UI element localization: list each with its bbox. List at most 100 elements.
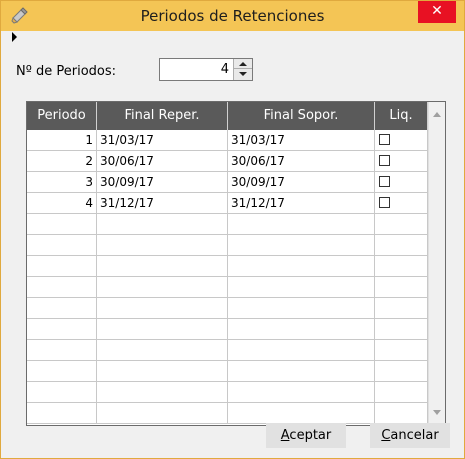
column-header-final-reper[interactable]: Final Reper. — [97, 102, 228, 130]
scroll-up-button[interactable] — [429, 106, 445, 123]
cell-periodo[interactable] — [27, 340, 97, 361]
stepper-up-button[interactable] — [234, 59, 252, 69]
accept-button[interactable]: Aceptar — [266, 423, 346, 448]
cell-periodo[interactable] — [27, 319, 97, 340]
cell-final-reper[interactable] — [97, 361, 228, 382]
column-header-periodo[interactable]: Periodo — [27, 102, 97, 130]
cell-final-sopor[interactable] — [228, 256, 375, 277]
cell-periodo[interactable] — [27, 361, 97, 382]
column-header-liq-ret[interactable]: Liq. RET — [375, 102, 428, 151]
liq-ret-checkbox[interactable] — [379, 134, 390, 145]
arrow-down-icon — [239, 72, 247, 76]
cell-periodo[interactable]: 1 — [27, 130, 97, 151]
close-icon: ✕ — [431, 3, 443, 19]
cell-final-sopor[interactable] — [228, 277, 375, 298]
cell-final-reper[interactable] — [97, 256, 228, 277]
scroll-down-icon — [433, 410, 441, 415]
cell-liq-ret[interactable] — [375, 235, 428, 256]
dialog-body: Nº de Periodos: 4 Periodo Final Reper. F… — [8, 31, 459, 452]
cell-final-reper[interactable]: 31/12/17 — [97, 193, 228, 214]
cell-final-sopor[interactable] — [228, 361, 375, 382]
periods-label: Nº de Periodos: — [16, 64, 117, 79]
cell-final-reper[interactable] — [97, 235, 228, 256]
cell-final-reper[interactable] — [97, 298, 228, 319]
title-bar[interactable]: Periodos de Retenciones ✕ — [1, 1, 464, 31]
cancel-button[interactable]: Cancelar — [370, 423, 450, 448]
cell-final-sopor[interactable]: 30/06/17 — [228, 151, 375, 172]
cell-liq-ret[interactable] — [375, 277, 428, 298]
empty-row[interactable] — [27, 256, 428, 277]
cell-liq-ret[interactable] — [375, 382, 428, 403]
empty-row[interactable] — [27, 298, 428, 319]
cell-liq-ret[interactable] — [375, 151, 428, 172]
cell-final-sopor[interactable] — [228, 319, 375, 340]
cell-final-reper[interactable] — [97, 403, 228, 424]
cell-final-reper[interactable]: 30/09/17 — [97, 172, 228, 193]
periods-stepper[interactable]: 4 — [159, 58, 253, 81]
cell-final-reper[interactable] — [97, 382, 228, 403]
empty-row[interactable] — [27, 319, 428, 340]
stepper-down-button[interactable] — [234, 69, 252, 80]
empty-row[interactable] — [27, 277, 428, 298]
cell-final-reper[interactable]: 31/03/17 — [97, 130, 228, 151]
empty-row[interactable] — [27, 214, 428, 235]
cell-final-sopor[interactable] — [228, 340, 375, 361]
cell-periodo[interactable] — [27, 403, 97, 424]
empty-row[interactable] — [27, 235, 428, 256]
cell-liq-ret[interactable] — [375, 214, 428, 235]
empty-row[interactable] — [27, 382, 428, 403]
cell-liq-ret[interactable] — [375, 361, 428, 382]
cell-final-sopor[interactable]: 31/12/17 — [228, 193, 375, 214]
close-button[interactable]: ✕ — [418, 1, 456, 23]
table-row[interactable]: 1 31/03/17 31/03/17 — [27, 130, 428, 151]
cell-liq-ret[interactable] — [375, 130, 428, 151]
column-header-final-sopor[interactable]: Final Sopor. — [228, 102, 375, 130]
cell-periodo[interactable] — [27, 256, 97, 277]
scroll-down-button[interactable] — [429, 404, 445, 421]
cell-periodo[interactable] — [27, 235, 97, 256]
liq-ret-checkbox[interactable] — [379, 197, 390, 208]
record-marker-icon — [12, 32, 17, 42]
table-row[interactable]: 4 31/12/17 31/12/17 — [27, 193, 428, 214]
table-row[interactable]: 3 30/09/17 30/09/17 — [27, 172, 428, 193]
liq-ret-checkbox[interactable] — [379, 155, 390, 166]
cell-periodo[interactable] — [27, 298, 97, 319]
cell-periodo[interactable]: 2 — [27, 151, 97, 172]
scroll-up-icon — [433, 112, 441, 117]
empty-row[interactable] — [27, 361, 428, 382]
cell-final-reper[interactable] — [97, 319, 228, 340]
cell-final-reper[interactable] — [97, 277, 228, 298]
cell-liq-ret[interactable] — [375, 298, 428, 319]
cell-periodo[interactable] — [27, 382, 97, 403]
cell-final-reper[interactable] — [97, 214, 228, 235]
vertical-scrollbar[interactable] — [428, 102, 445, 425]
cell-final-sopor[interactable] — [228, 403, 375, 424]
cell-liq-ret[interactable] — [375, 193, 428, 214]
dialog-window: Periodos de Retenciones ✕ Nº de Periodos… — [0, 0, 465, 459]
cell-final-sopor[interactable] — [228, 298, 375, 319]
periods-value[interactable]: 4 — [221, 62, 229, 77]
liq-ret-checkbox[interactable] — [379, 176, 390, 187]
empty-row[interactable] — [27, 403, 428, 424]
cell-final-sopor[interactable] — [228, 214, 375, 235]
periods-grid[interactable]: Periodo Final Reper. Final Sopor. Liq. R… — [26, 101, 446, 426]
cell-periodo[interactable] — [27, 214, 97, 235]
empty-row[interactable] — [27, 340, 428, 361]
cell-final-sopor[interactable]: 31/03/17 — [228, 130, 375, 151]
table-row[interactable]: 2 30/06/17 30/06/17 — [27, 151, 428, 172]
cell-final-sopor[interactable]: 30/09/17 — [228, 172, 375, 193]
cell-periodo[interactable] — [27, 277, 97, 298]
cell-liq-ret[interactable] — [375, 403, 428, 424]
cell-periodo[interactable]: 3 — [27, 172, 97, 193]
cell-liq-ret[interactable] — [375, 172, 428, 193]
cell-final-sopor[interactable] — [228, 235, 375, 256]
cell-liq-ret[interactable] — [375, 319, 428, 340]
cell-final-reper[interactable] — [97, 340, 228, 361]
cell-final-sopor[interactable] — [228, 382, 375, 403]
cell-liq-ret[interactable] — [375, 256, 428, 277]
cell-periodo[interactable]: 4 — [27, 193, 97, 214]
cell-liq-ret[interactable] — [375, 340, 428, 361]
cell-final-reper[interactable]: 30/06/17 — [97, 151, 228, 172]
arrow-up-icon — [239, 62, 247, 66]
cancel-label: ancelar — [390, 428, 439, 443]
